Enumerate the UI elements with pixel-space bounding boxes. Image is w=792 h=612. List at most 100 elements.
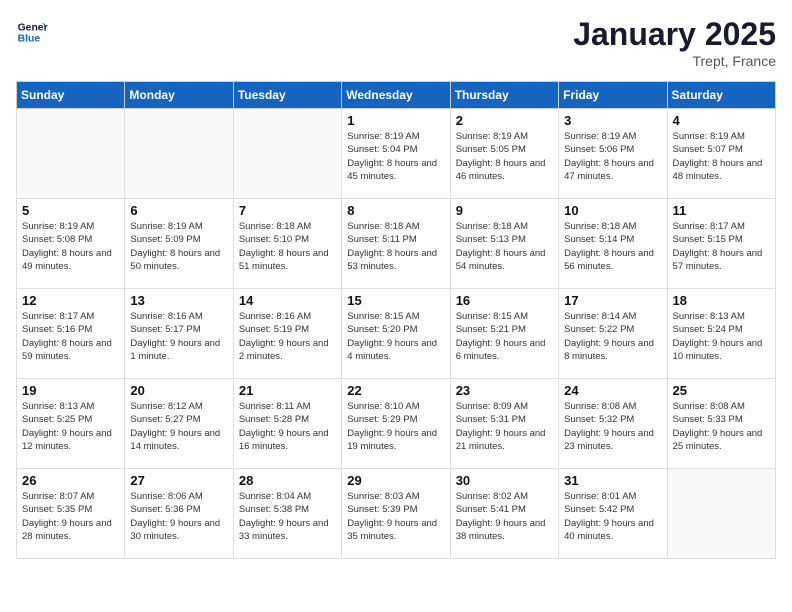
calendar-cell: 26 Sunrise: 8:07 AMSunset: 5:35 PMDayligh…: [17, 469, 125, 559]
calendar-week-row: 5 Sunrise: 8:19 AMSunset: 5:08 PMDaylight…: [17, 199, 776, 289]
day-info: Sunrise: 8:19 AMSunset: 5:07 PMDaylight:…: [673, 130, 770, 183]
day-number: 7: [239, 203, 336, 218]
day-number: 24: [564, 383, 661, 398]
day-number: 3: [564, 113, 661, 128]
calendar-cell: 4 Sunrise: 8:19 AMSunset: 5:07 PMDaylight…: [667, 109, 775, 199]
day-number: 5: [22, 203, 119, 218]
calendar-cell: 27 Sunrise: 8:06 AMSunset: 5:36 PMDayligh…: [125, 469, 233, 559]
calendar-subtitle: Trept, France: [573, 53, 776, 69]
day-info: Sunrise: 8:10 AMSunset: 5:29 PMDaylight:…: [347, 400, 444, 453]
day-info: Sunrise: 8:04 AMSunset: 5:38 PMDaylight:…: [239, 490, 336, 543]
calendar-cell: [17, 109, 125, 199]
calendar-cell: 5 Sunrise: 8:19 AMSunset: 5:08 PMDaylight…: [17, 199, 125, 289]
calendar-cell: 23 Sunrise: 8:09 AMSunset: 5:31 PMDayligh…: [450, 379, 558, 469]
day-header-wednesday: Wednesday: [342, 82, 450, 109]
day-info: Sunrise: 8:18 AMSunset: 5:13 PMDaylight:…: [456, 220, 553, 273]
day-info: Sunrise: 8:18 AMSunset: 5:11 PMDaylight:…: [347, 220, 444, 273]
day-number: 17: [564, 293, 661, 308]
calendar-cell: 15Sunrise: 8:15 AMSunset: 5:20 PMDayligh…: [342, 289, 450, 379]
day-info: Sunrise: 8:03 AMSunset: 5:39 PMDaylight:…: [347, 490, 444, 543]
day-info: Sunrise: 8:08 AMSunset: 5:33 PMDaylight:…: [673, 400, 770, 453]
calendar-cell: 30Sunrise: 8:02 AMSunset: 5:41 PMDayligh…: [450, 469, 558, 559]
calendar-week-row: 12 Sunrise: 8:17 AMSunset: 5:16 PMDayligh…: [17, 289, 776, 379]
calendar-title: January 2025: [573, 16, 776, 53]
day-number: 28: [239, 473, 336, 488]
day-number: 4: [673, 113, 770, 128]
svg-text:Blue: Blue: [18, 34, 41, 45]
day-info: Sunrise: 8:09 AMSunset: 5:31 PMDaylight:…: [456, 400, 553, 453]
day-info: Sunrise: 8:17 AMSunset: 5:16 PMDaylight:…: [22, 310, 119, 363]
day-number: 22: [347, 383, 444, 398]
day-number: 23: [456, 383, 553, 398]
day-number: 20: [130, 383, 227, 398]
calendar-cell: 13 Sunrise: 8:16 AMSunset: 5:17 PMDayligh…: [125, 289, 233, 379]
calendar-cell: 21Sunrise: 8:11 AMSunset: 5:28 PMDayligh…: [233, 379, 341, 469]
calendar-header-row: SundayMondayTuesdayWednesdayThursdayFrid…: [17, 82, 776, 109]
day-number: 27: [130, 473, 227, 488]
calendar-cell: 29Sunrise: 8:03 AMSunset: 5:39 PMDayligh…: [342, 469, 450, 559]
calendar-cell: 3Sunrise: 8:19 AMSunset: 5:06 PMDaylight…: [559, 109, 667, 199]
day-number: 26: [22, 473, 119, 488]
calendar-cell: 12 Sunrise: 8:17 AMSunset: 5:16 PMDayligh…: [17, 289, 125, 379]
day-info: Sunrise: 8:01 AMSunset: 5:42 PMDaylight:…: [564, 490, 661, 543]
calendar-cell: 9 Sunrise: 8:18 AMSunset: 5:13 PMDaylight…: [450, 199, 558, 289]
day-info: Sunrise: 8:13 AMSunset: 5:25 PMDaylight:…: [22, 400, 119, 453]
calendar-cell: 24Sunrise: 8:08 AMSunset: 5:32 PMDayligh…: [559, 379, 667, 469]
title-area: January 2025 Trept, France: [573, 16, 776, 69]
calendar-cell: 6Sunrise: 8:19 AMSunset: 5:09 PMDaylight…: [125, 199, 233, 289]
calendar-cell: 28 Sunrise: 8:04 AMSunset: 5:38 PMDayligh…: [233, 469, 341, 559]
calendar-week-row: 1 Sunrise: 8:19 AMSunset: 5:04 PMDaylight…: [17, 109, 776, 199]
calendar-cell: [667, 469, 775, 559]
calendar-cell: 11Sunrise: 8:17 AMSunset: 5:15 PMDayligh…: [667, 199, 775, 289]
calendar-cell: 2 Sunrise: 8:19 AMSunset: 5:05 PMDaylight…: [450, 109, 558, 199]
day-number: 16: [456, 293, 553, 308]
day-number: 2: [456, 113, 553, 128]
day-number: 14: [239, 293, 336, 308]
calendar-cell: 22 Sunrise: 8:10 AMSunset: 5:29 PMDayligh…: [342, 379, 450, 469]
calendar-cell: 7 Sunrise: 8:18 AMSunset: 5:10 PMDaylight…: [233, 199, 341, 289]
header: General Blue January 2025 Trept, France: [16, 16, 776, 69]
day-header-tuesday: Tuesday: [233, 82, 341, 109]
day-info: Sunrise: 8:07 AMSunset: 5:35 PMDaylight:…: [22, 490, 119, 543]
day-info: Sunrise: 8:15 AMSunset: 5:20 PMDaylight:…: [347, 310, 444, 363]
day-header-thursday: Thursday: [450, 82, 558, 109]
calendar-cell: 16 Sunrise: 8:15 AMSunset: 5:21 PMDayligh…: [450, 289, 558, 379]
day-number: 8: [347, 203, 444, 218]
calendar-cell: 31 Sunrise: 8:01 AMSunset: 5:42 PMDayligh…: [559, 469, 667, 559]
calendar-cell: 25Sunrise: 8:08 AMSunset: 5:33 PMDayligh…: [667, 379, 775, 469]
calendar-cell: [125, 109, 233, 199]
day-number: 12: [22, 293, 119, 308]
day-info: Sunrise: 8:16 AMSunset: 5:17 PMDaylight:…: [130, 310, 227, 363]
day-info: Sunrise: 8:06 AMSunset: 5:36 PMDaylight:…: [130, 490, 227, 543]
day-info: Sunrise: 8:12 AMSunset: 5:27 PMDaylight:…: [130, 400, 227, 453]
calendar-cell: 20 Sunrise: 8:12 AMSunset: 5:27 PMDayligh…: [125, 379, 233, 469]
day-number: 10: [564, 203, 661, 218]
day-info: Sunrise: 8:15 AMSunset: 5:21 PMDaylight:…: [456, 310, 553, 363]
day-number: 9: [456, 203, 553, 218]
day-number: 13: [130, 293, 227, 308]
day-info: Sunrise: 8:19 AMSunset: 5:05 PMDaylight:…: [456, 130, 553, 183]
calendar-cell: 18Sunrise: 8:13 AMSunset: 5:24 PMDayligh…: [667, 289, 775, 379]
calendar-cell: 19 Sunrise: 8:13 AMSunset: 5:25 PMDayligh…: [17, 379, 125, 469]
day-info: Sunrise: 8:17 AMSunset: 5:15 PMDaylight:…: [673, 220, 770, 273]
day-info: Sunrise: 8:13 AMSunset: 5:24 PMDaylight:…: [673, 310, 770, 363]
day-header-saturday: Saturday: [667, 82, 775, 109]
calendar-table: SundayMondayTuesdayWednesdayThursdayFrid…: [16, 81, 776, 559]
calendar-week-row: 19 Sunrise: 8:13 AMSunset: 5:25 PMDayligh…: [17, 379, 776, 469]
day-header-monday: Monday: [125, 82, 233, 109]
day-info: Sunrise: 8:02 AMSunset: 5:41 PMDaylight:…: [456, 490, 553, 543]
day-info: Sunrise: 8:19 AMSunset: 5:08 PMDaylight:…: [22, 220, 119, 273]
day-info: Sunrise: 8:19 AMSunset: 5:04 PMDaylight:…: [347, 130, 444, 183]
day-info: Sunrise: 8:18 AMSunset: 5:10 PMDaylight:…: [239, 220, 336, 273]
day-number: 19: [22, 383, 119, 398]
day-info: Sunrise: 8:18 AMSunset: 5:14 PMDaylight:…: [564, 220, 661, 273]
calendar-body: 1 Sunrise: 8:19 AMSunset: 5:04 PMDaylight…: [17, 109, 776, 559]
logo-icon: General Blue: [16, 16, 48, 48]
day-info: Sunrise: 8:19 AMSunset: 5:09 PMDaylight:…: [130, 220, 227, 273]
day-number: 1: [347, 113, 444, 128]
calendar-cell: 14Sunrise: 8:16 AMSunset: 5:19 PMDayligh…: [233, 289, 341, 379]
calendar-cell: [233, 109, 341, 199]
day-number: 31: [564, 473, 661, 488]
calendar-cell: 10 Sunrise: 8:18 AMSunset: 5:14 PMDayligh…: [559, 199, 667, 289]
calendar-week-row: 26 Sunrise: 8:07 AMSunset: 5:35 PMDayligh…: [17, 469, 776, 559]
